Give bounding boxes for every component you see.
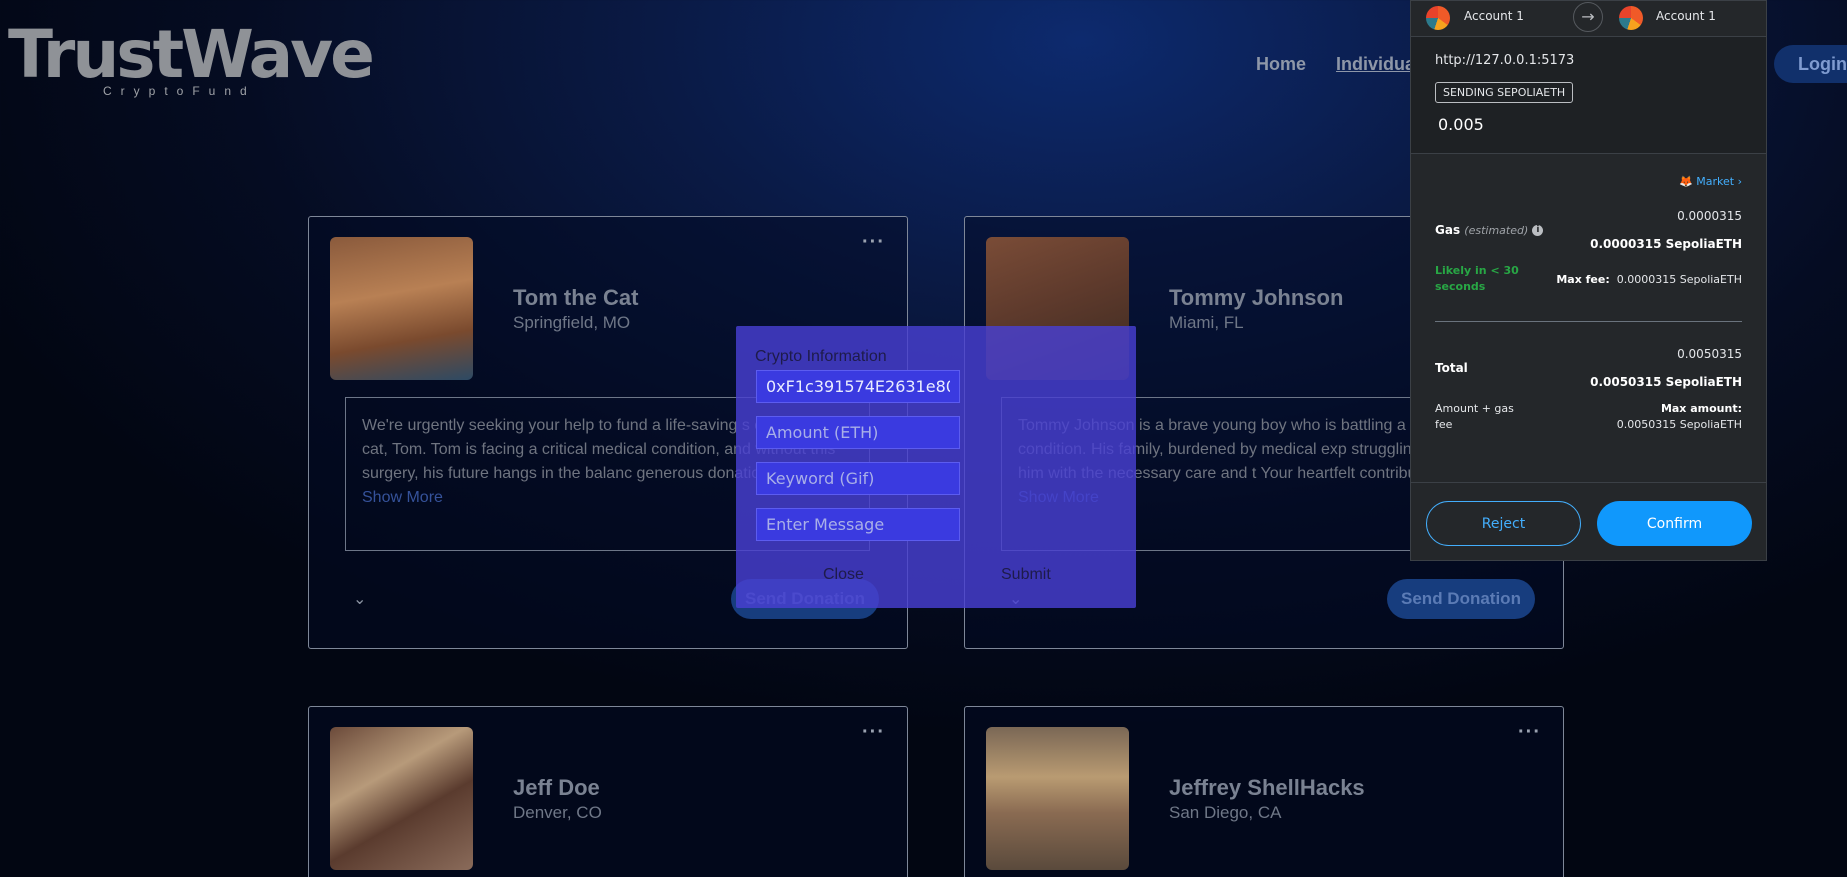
max-fee-value: 0.0000315 SepoliaETH bbox=[1616, 273, 1742, 286]
login-button[interactable]: Login bbox=[1774, 45, 1847, 83]
more-options-icon[interactable]: ··· bbox=[1518, 721, 1541, 744]
top-nav: Home Individua bbox=[1256, 54, 1415, 75]
likely-time: Likely in < 30 seconds bbox=[1435, 264, 1519, 293]
total-value: 0.0050315 bbox=[1677, 347, 1742, 361]
more-options-icon[interactable]: ··· bbox=[862, 231, 885, 254]
transaction-type-badge: SENDING SEPOLIAETH bbox=[1435, 82, 1574, 103]
nav-individuals[interactable]: Individua bbox=[1336, 54, 1415, 75]
campaign-card: Jeff Doe Denver, CO ··· bbox=[308, 706, 908, 877]
gas-label-row: Gas (estimated) i bbox=[1435, 223, 1544, 237]
submit-button[interactable]: Submit bbox=[1001, 566, 1051, 584]
gas-estimated-label: (estimated) bbox=[1464, 224, 1529, 237]
total-value-eth: 0.0050315 SepoliaETH bbox=[1590, 375, 1742, 389]
gas-value-eth: 0.0000315 SepoliaETH bbox=[1590, 237, 1742, 251]
keyword-input[interactable] bbox=[756, 462, 960, 495]
to-account[interactable]: Account 1 bbox=[1656, 9, 1716, 23]
max-amount-value: 0.0050315 SepoliaETH bbox=[1616, 418, 1742, 431]
metamask-popup: Account 1 → Account 1 http://127.0.0.1:5… bbox=[1410, 0, 1767, 561]
more-options-icon[interactable]: ··· bbox=[862, 721, 885, 744]
market-link[interactable]: 🦊 Market › bbox=[1679, 175, 1742, 188]
arrow-right-icon: → bbox=[1573, 2, 1603, 32]
campaign-location: Denver, CO bbox=[513, 803, 602, 822]
chevron-down-icon[interactable]: ⌄ bbox=[353, 589, 366, 609]
logo-title: TrustWave bbox=[8, 16, 375, 93]
family-photo-icon bbox=[330, 727, 473, 870]
account-header: Account 1 → Account 1 bbox=[1411, 1, 1766, 37]
wallet-address-input[interactable] bbox=[756, 370, 960, 403]
max-fee-row: Max fee: 0.0000315 SepoliaETH bbox=[1556, 273, 1742, 286]
amount-gas-label: Amount + gas fee bbox=[1435, 402, 1514, 431]
message-input[interactable] bbox=[756, 508, 960, 541]
total-label: Total bbox=[1435, 361, 1468, 375]
gas-value: 0.0000315 bbox=[1677, 209, 1742, 223]
campaign-location: San Diego, CA bbox=[1169, 803, 1282, 822]
transaction-origin: http://127.0.0.1:5173 SENDING SEPOLIAETH… bbox=[1411, 37, 1766, 154]
account-avatar-icon bbox=[1426, 6, 1450, 30]
cartoon-cat-photo-icon bbox=[330, 237, 473, 380]
origin-url: http://127.0.0.1:5173 bbox=[1435, 53, 1575, 68]
send-donation-button[interactable]: Send Donation bbox=[1387, 579, 1535, 619]
fox-icon: 🦊 bbox=[1679, 175, 1693, 188]
campaign-name: Jeffrey ShellHacks bbox=[1169, 775, 1365, 800]
campaign-name: Tommy Johnson bbox=[1169, 285, 1344, 310]
nav-home[interactable]: Home bbox=[1256, 54, 1306, 75]
campaign-location: Springfield, MO bbox=[513, 313, 631, 332]
campaign-card: Jeffrey ShellHacks San Diego, CA ··· bbox=[964, 706, 1564, 877]
crypto-info-modal: Crypto Information Close Submit bbox=[736, 326, 1136, 608]
amount-input[interactable] bbox=[756, 416, 960, 449]
market-label: Market bbox=[1696, 175, 1735, 188]
campaign-name: Tom the Cat bbox=[513, 285, 639, 310]
max-fee-label: Max fee: bbox=[1556, 273, 1610, 286]
gas-label: Gas bbox=[1435, 223, 1461, 237]
confirm-button[interactable]: Confirm bbox=[1597, 501, 1752, 546]
street-scene-photo-icon bbox=[986, 727, 1129, 870]
gas-value-eth-text: 0.0000315 SepoliaETH bbox=[1590, 237, 1742, 251]
from-account[interactable]: Account 1 bbox=[1464, 9, 1524, 23]
reject-button[interactable]: Reject bbox=[1426, 501, 1581, 546]
logo[interactable]: TrustWave CryptoFund bbox=[8, 16, 375, 99]
popup-footer: Reject Confirm bbox=[1411, 482, 1766, 562]
total-value-eth-text: 0.0050315 SepoliaETH bbox=[1590, 375, 1742, 389]
send-amount: 0.005 bbox=[1438, 115, 1484, 134]
modal-title: Crypto Information bbox=[755, 348, 887, 365]
divider bbox=[1435, 321, 1742, 322]
chevron-right-icon: › bbox=[1737, 175, 1742, 188]
campaign-name: Jeff Doe bbox=[513, 775, 600, 800]
close-button[interactable]: Close bbox=[823, 566, 864, 584]
max-amount-label: Max amount: bbox=[1660, 402, 1742, 415]
campaign-location: Miami, FL bbox=[1169, 313, 1244, 332]
info-icon[interactable]: i bbox=[1532, 225, 1544, 236]
max-amount-row: Max amount: 0.0050315 SepoliaETH bbox=[1617, 401, 1742, 433]
account-avatar-icon bbox=[1619, 6, 1643, 30]
